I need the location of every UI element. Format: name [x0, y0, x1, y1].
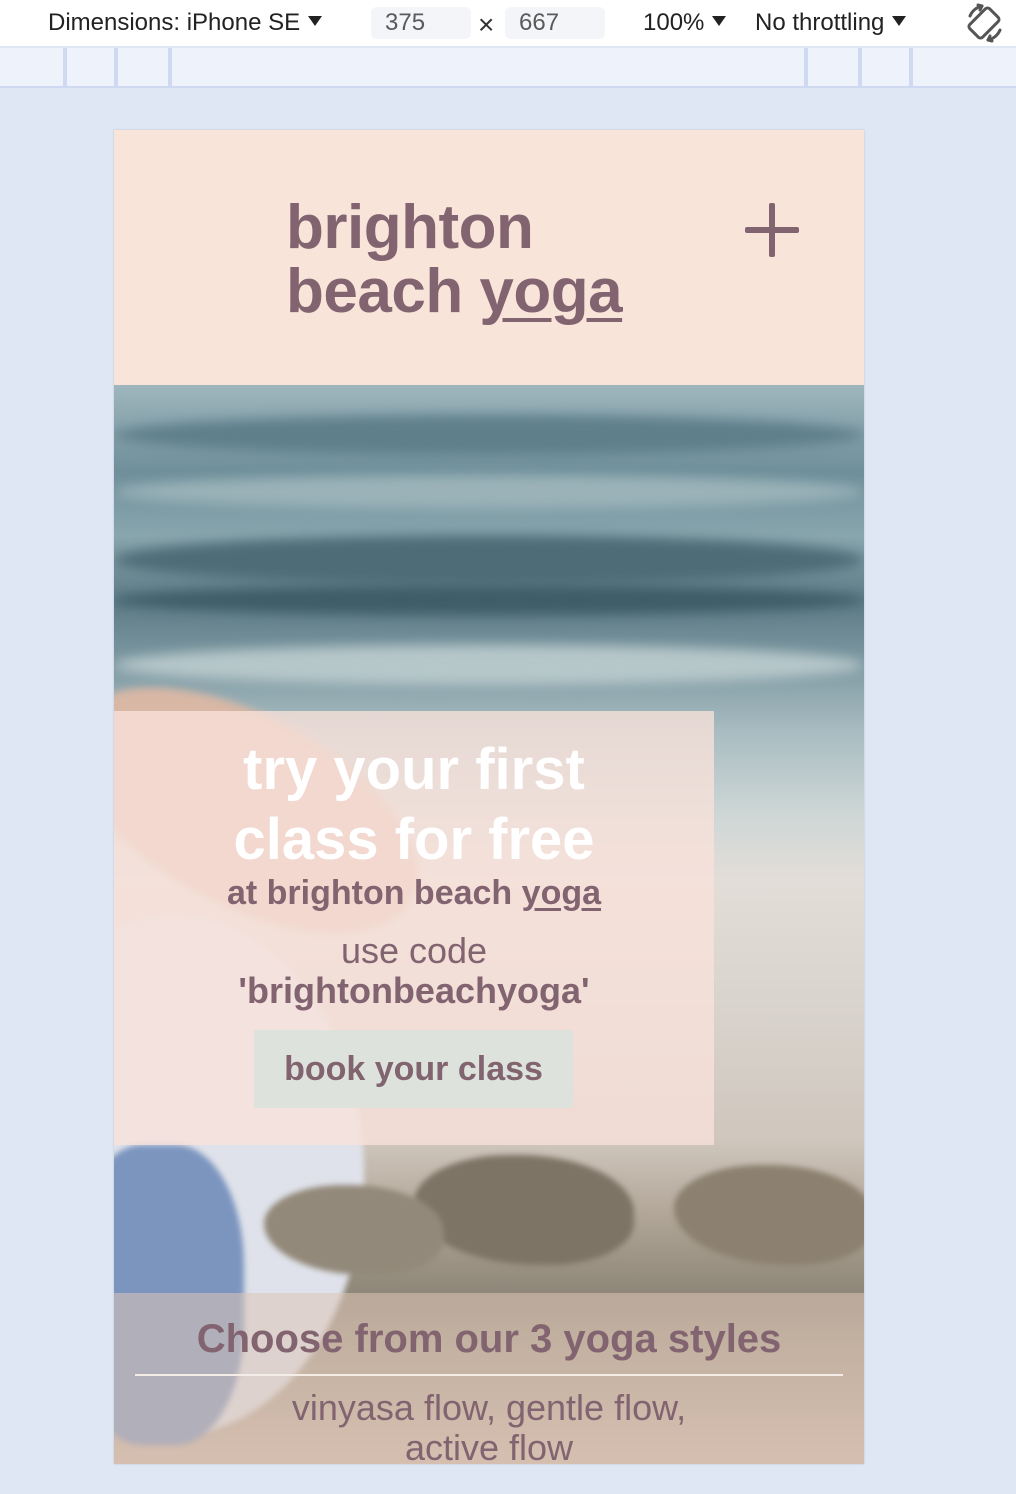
ruler-divider [804, 48, 808, 86]
hero-photo-wave [114, 415, 864, 455]
hero-photo-wave [114, 585, 864, 615]
devtools-device-toolbar: Dimensions: iPhone SE 375 × 667 100% No … [0, 0, 1016, 46]
hero-photo-rock [414, 1155, 634, 1265]
promo-code-text: use code 'brightonbeachyoga' [114, 931, 714, 1011]
promo-title-line-2: class for free [233, 807, 595, 872]
promo-code-value: 'brightonbeachyoga' [238, 970, 590, 1011]
promo-code-label: use code [340, 930, 488, 971]
ruler-divider [858, 48, 862, 86]
hero-section: try your first class for free at brighto… [114, 385, 864, 1464]
logo-line-2-prefix: beach [286, 257, 480, 326]
dropdown-caret-icon [892, 16, 907, 26]
rotate-device-icon[interactable] [964, 2, 1006, 44]
viewport-width-input[interactable]: 375 [371, 7, 471, 39]
yoga-styles-list: vinyasa flow, gentle flow, active flow [114, 1387, 864, 1465]
site-logo[interactable]: brighton beach yoga [286, 193, 623, 326]
hero-photo-rock [674, 1165, 864, 1265]
throttling-label: No throttling [755, 9, 885, 36]
dropdown-caret-icon [712, 16, 727, 26]
viewport-height-input[interactable]: 667 [505, 7, 605, 39]
dimension-separator-icon: × [478, 9, 495, 40]
ruler-divider [168, 48, 172, 86]
zoom-label: 100% [643, 9, 705, 36]
promo-title: try your first class for free [114, 735, 714, 875]
ruler-divider [63, 48, 67, 86]
promo-title-line-1: try your first [243, 737, 585, 802]
promo-subtitle-prefix: at brighton beach [226, 874, 522, 912]
yoga-styles-section: Choose from our 3 yoga styles vinyasa fl… [114, 1293, 864, 1464]
throttling-dropdown[interactable]: No throttling [755, 0, 907, 46]
dropdown-caret-icon [308, 16, 323, 26]
hero-photo-wave [114, 475, 864, 509]
yoga-styles-line-2: active flow [404, 1427, 574, 1465]
zoom-dropdown[interactable]: 100% [643, 0, 727, 46]
device-viewport: brighton beach yoga try your first class… [114, 130, 864, 1464]
section-divider [135, 1374, 843, 1376]
logo-line-1: brighton [286, 193, 534, 262]
device-dimensions-dropdown[interactable]: Dimensions: iPhone SE [48, 0, 323, 46]
media-query-bar[interactable] [0, 48, 1016, 88]
hero-photo-wave [114, 535, 864, 585]
plus-icon[interactable] [745, 203, 799, 257]
yoga-styles-line-1: vinyasa flow, gentle flow, [291, 1387, 687, 1428]
promo-subtitle: at brighton beach yoga [114, 871, 714, 915]
ruler-divider [114, 48, 118, 86]
logo-yoga-link[interactable]: yoga [479, 257, 622, 326]
hero-photo-wave [114, 645, 864, 685]
book-class-button[interactable]: book your class [254, 1030, 573, 1108]
ruler-divider [909, 48, 913, 86]
device-dimensions-label: Dimensions: iPhone SE [48, 9, 301, 36]
promo-card: try your first class for free at brighto… [114, 711, 714, 1145]
promo-yoga-link[interactable]: yoga [522, 874, 601, 912]
yoga-styles-heading: Choose from our 3 yoga styles [196, 1317, 782, 1361]
logo-line-2: beach yoga [286, 257, 623, 326]
site-header: brighton beach yoga [114, 130, 864, 385]
